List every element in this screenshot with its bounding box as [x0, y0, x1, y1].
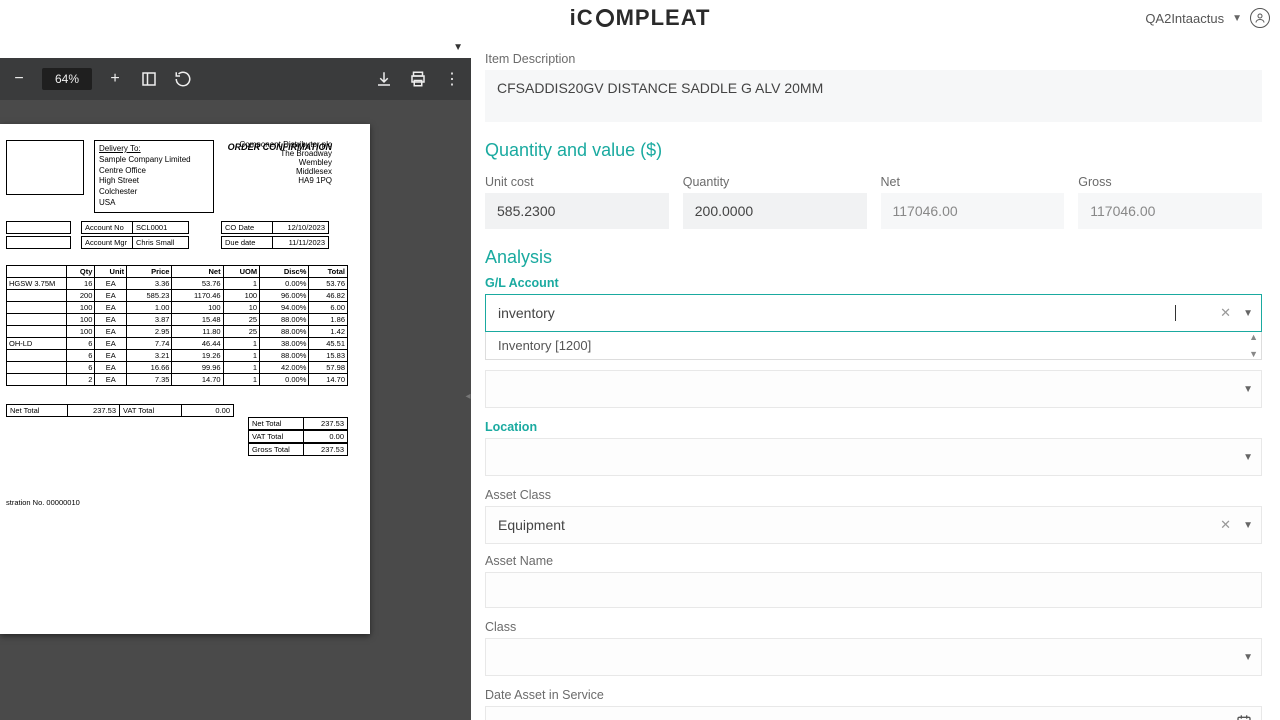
asset-name-input[interactable] [485, 572, 1262, 608]
doc-address-empty [6, 140, 84, 195]
panel-expand-handle[interactable]: ◂ [462, 376, 471, 416]
asset-name-label: Asset Name [485, 554, 1262, 568]
totals-net: Net Total 237.53 VAT Total 0.00 [6, 404, 234, 417]
item-description-label: Item Description [485, 52, 1262, 66]
location-dropdown[interactable]: ▼ [485, 438, 1262, 476]
meta-empty [6, 236, 71, 249]
chevron-down-icon[interactable]: ▼ [1243, 652, 1253, 663]
unit-cost-input[interactable] [485, 193, 669, 229]
calendar-icon[interactable] [1236, 714, 1252, 720]
gl-account-dropdown[interactable]: ✕ ▼ [485, 294, 1262, 332]
clear-icon[interactable]: ✕ [1220, 305, 1231, 321]
zoom-out-icon[interactable]: − [8, 68, 30, 90]
gl-account-search-input[interactable] [498, 305, 1174, 321]
print-icon[interactable] [407, 68, 429, 90]
addr-line: Colchester [99, 187, 209, 198]
doc-delivery-address: Delivery To: Sample Company Limited Cent… [94, 140, 214, 213]
quantity-label: Quantity [683, 175, 867, 189]
form-panel: Item Description CFSADDIS20GV DISTANCE S… [471, 36, 1280, 720]
asset-class-value: Equipment [498, 517, 565, 533]
logo-circle-icon [596, 9, 614, 27]
item-description-input[interactable]: CFSADDIS20GV DISTANCE SADDLE G ALV 20MM [485, 70, 1262, 122]
net-label: Net [881, 175, 1065, 189]
chevron-down-icon[interactable]: ▼ [1243, 520, 1253, 531]
addr-line: Centre Office [99, 166, 209, 177]
gl-account-label: G/L Account [485, 276, 1262, 290]
asset-class-dropdown[interactable]: Equipment ✕ ▼ [485, 506, 1262, 544]
meta-empty [6, 221, 71, 234]
zoom-level-input[interactable] [42, 68, 92, 90]
chevron-down-icon[interactable]: ▼ [1243, 384, 1253, 395]
user-menu[interactable]: QA2Intaactus ▼ [1145, 8, 1270, 28]
analysis-section-title: Analysis [485, 247, 1262, 268]
registration-number: stration No. 00000010 [6, 498, 364, 507]
scroll-up-icon[interactable]: ▲ [1249, 332, 1258, 342]
asset-class-label: Asset Class [485, 488, 1262, 502]
location-label: Location [485, 420, 1262, 434]
totals-stack: Net Total237.53 VAT Total0.00 Gross Tota… [248, 417, 348, 456]
gross-label: Gross [1078, 175, 1262, 189]
quantity-section-title: Quantity and value ($) [485, 140, 1262, 161]
download-icon[interactable] [373, 68, 395, 90]
date-asset-in-service-input[interactable] [485, 706, 1262, 720]
addr-line: HA9 1PQ [226, 176, 332, 185]
app-logo: iC MPLEAT [570, 5, 711, 31]
top-bar: iC MPLEAT QA2Intaactus ▼ [0, 0, 1280, 36]
unit-cost-label: Unit cost [485, 175, 669, 189]
gl-account-option[interactable]: Inventory [1200] [486, 332, 1261, 359]
rotate-icon[interactable] [172, 68, 194, 90]
pdf-document-page: ORDER CONFIRMATION Delivery To: Sample C… [0, 124, 370, 634]
addr-line: Middlesex [226, 167, 332, 176]
class-dropdown[interactable]: ▼ [485, 638, 1262, 676]
fit-page-icon[interactable] [138, 68, 160, 90]
pdf-toolbar: − + ⋮ [0, 58, 471, 100]
date-asset-in-service-label: Date Asset in Service [485, 688, 1262, 702]
secondary-dropdown[interactable]: ▼ [485, 370, 1262, 408]
gross-output [1078, 193, 1262, 229]
chevron-down-icon: ▼ [1232, 13, 1242, 24]
meta-account-no: Account No SCL0001 [81, 221, 189, 234]
logo-text-post: MPLEAT [616, 5, 711, 31]
logo-text-pre: iC [570, 5, 594, 31]
tab-dropdown-icon[interactable]: ▼ [453, 42, 463, 53]
pdf-tab-bar: ▼ [0, 36, 471, 58]
addr-line: Wembley [226, 158, 332, 167]
addr-line: Sample Company Limited [99, 155, 209, 166]
doc-title: ORDER CONFIRMATION [228, 142, 332, 152]
addr-line: High Street [99, 176, 209, 187]
pdf-panel: ▼ − + ⋮ [0, 36, 471, 720]
more-icon[interactable]: ⋮ [441, 68, 463, 90]
delivery-to-label: Delivery To: [99, 144, 209, 155]
scroll-down-icon[interactable]: ▼ [1249, 349, 1258, 359]
chevron-down-icon[interactable]: ▼ [1243, 308, 1253, 319]
zoom-in-icon[interactable]: + [104, 68, 126, 90]
quantity-input[interactable] [683, 193, 867, 229]
net-output [881, 193, 1065, 229]
meta-account-mgr: Account Mgr Chris Small [81, 236, 189, 249]
user-name: QA2Intaactus [1145, 11, 1224, 26]
user-avatar-icon[interactable] [1250, 8, 1270, 28]
meta-co-date: CO Date 12/10/2023 [221, 221, 329, 234]
class-label: Class [485, 620, 1262, 634]
line-items-table: QtyUnitPriceNetUOMDisc%Total HGSW 3.75M1… [6, 265, 348, 386]
gl-account-option-list: ▲ Inventory [1200] ▼ [485, 332, 1262, 360]
clear-icon[interactable]: ✕ [1220, 517, 1231, 533]
chevron-down-icon[interactable]: ▼ [1243, 452, 1253, 463]
meta-due-date: Due date 11/11/2023 [221, 236, 329, 249]
addr-line: USA [99, 198, 209, 209]
